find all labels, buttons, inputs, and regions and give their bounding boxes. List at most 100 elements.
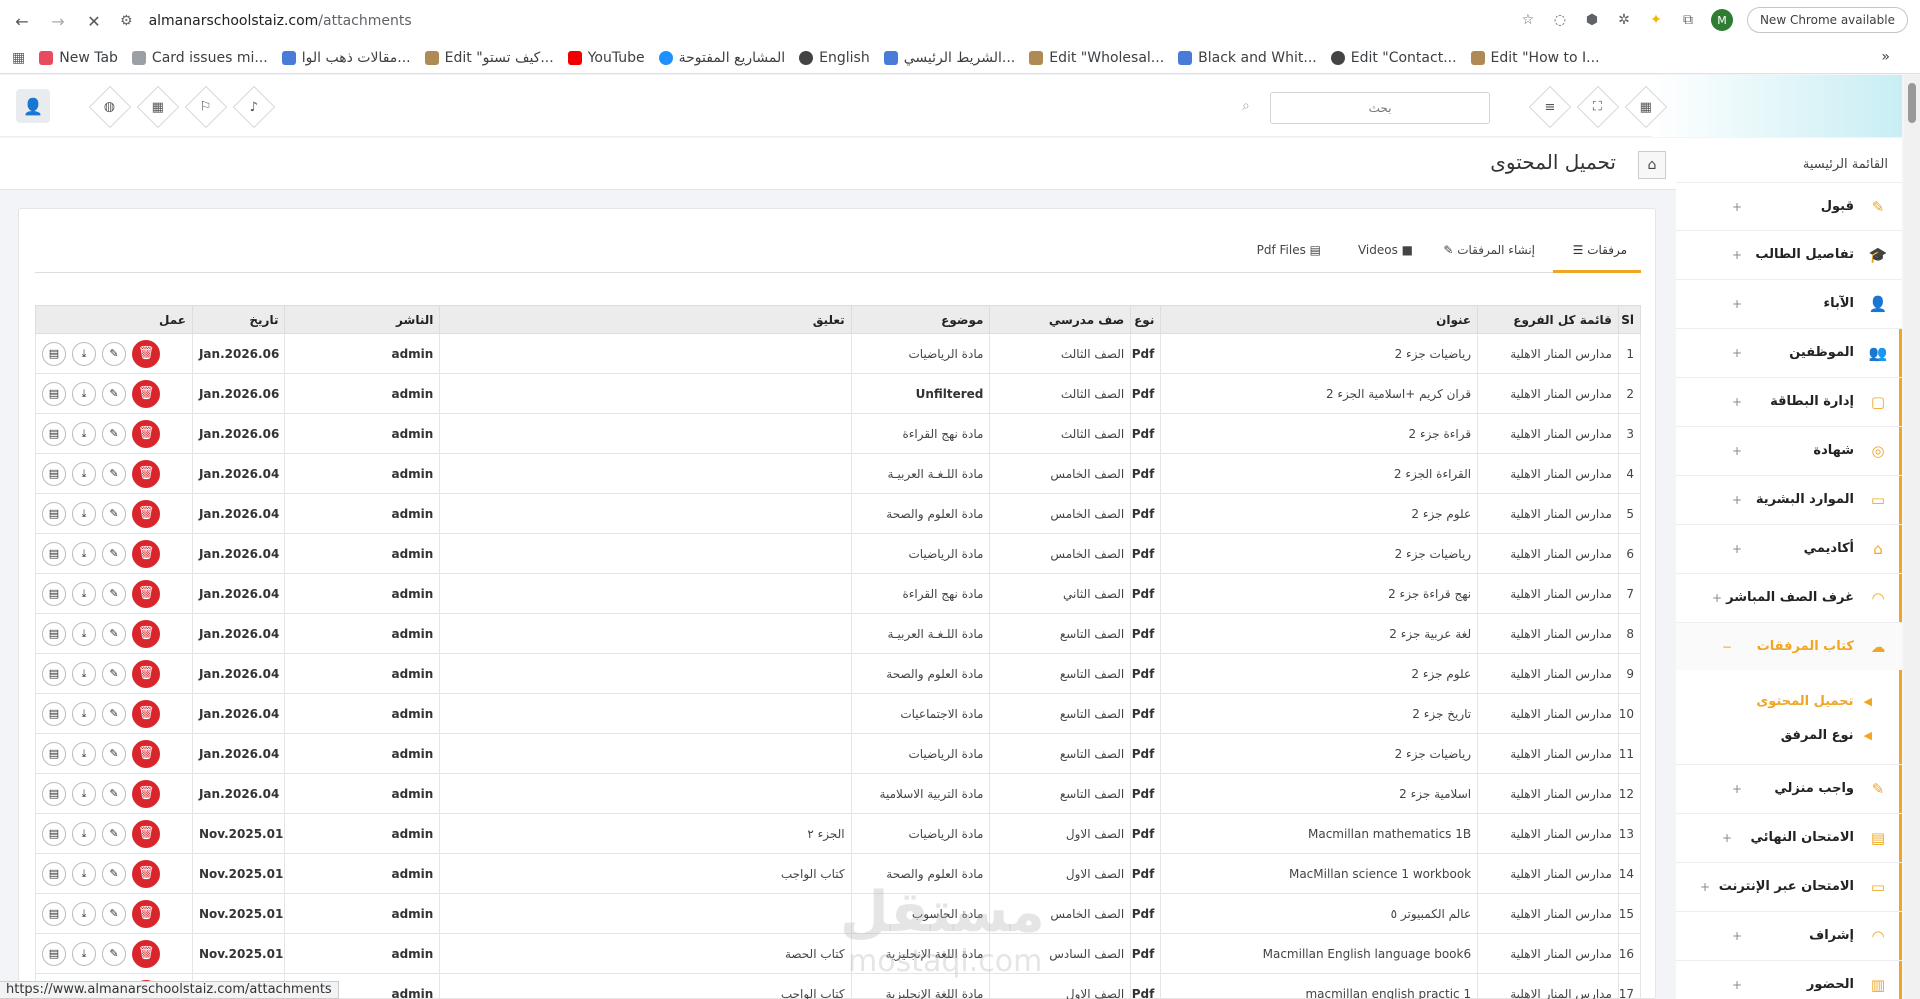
delete-trash-icon[interactable]: 🗑 (132, 579, 160, 608)
col-header[interactable]: Sl (1617, 305, 1642, 334)
edit-pencil-icon[interactable]: ✎ (102, 741, 126, 766)
extension-icon[interactable]: ◌ (1551, 11, 1569, 29)
col-header[interactable]: عمل (35, 305, 193, 334)
view-file-icon[interactable]: ▤ (42, 781, 66, 806)
delete-trash-icon[interactable]: 🗑 (132, 379, 160, 408)
edit-pencil-icon[interactable]: ✎ (102, 781, 126, 806)
download-icon[interactable]: ⤓ (72, 461, 96, 486)
notifications-button[interactable]: ♪ (232, 85, 276, 129)
tab-create-attachments[interactable]: ✎ إنشاء المرفقات (1443, 243, 1535, 257)
edit-pencil-icon[interactable]: ✎ (102, 661, 126, 686)
view-file-icon[interactable]: ▤ (42, 501, 66, 526)
bookmark-item[interactable]: Edit "How to I... (1470, 50, 1600, 66)
sidebar-item-online-exam[interactable]: + الامتحان عبر الإنترنت ▭ (1676, 862, 1902, 910)
new-chrome-button[interactable]: New Chrome available (1746, 7, 1908, 33)
sidebar-item-attendance[interactable]: + الحضور ▥ (1676, 960, 1902, 999)
view-file-icon[interactable]: ▤ (42, 461, 66, 486)
bookmark-item[interactable]: المشاريع المفتوحة (658, 50, 785, 66)
sidebar-subitem-attachment-type[interactable]: نوع المرفق ◀ (1676, 718, 1902, 752)
download-icon[interactable]: ⤓ (72, 381, 96, 406)
sidebar-item-homework[interactable]: + واجب منزلي ✎ (1676, 764, 1902, 812)
site-info-icon[interactable]: ⚙ (120, 13, 133, 29)
sidebar-item-certificate[interactable]: + شهادة ◎ (1676, 426, 1902, 474)
address-bar[interactable]: ⚙ almanarschoolstaiz.com/attachments (120, 6, 1620, 36)
delete-trash-icon[interactable]: 🗑 (132, 539, 160, 568)
delete-trash-icon[interactable]: 🗑 (132, 419, 160, 448)
view-file-icon[interactable]: ▤ (42, 701, 66, 726)
sidebar-subitem-upload-content[interactable]: تحميل المحتوى ◀ (1676, 684, 1902, 718)
bookmark-star-icon[interactable]: ☆ (1519, 11, 1537, 29)
page-scrollbar[interactable] (1904, 75, 1920, 999)
col-header[interactable]: تاريخ (191, 305, 286, 334)
edit-pencil-icon[interactable]: ✎ (102, 621, 126, 646)
extension-icon[interactable]: ⬢ (1583, 11, 1601, 29)
sparkle-icon[interactable]: ✦ (1647, 11, 1665, 29)
col-header[interactable]: الناشر (284, 305, 441, 334)
menu-toggle-button[interactable]: ≡ (1528, 85, 1572, 129)
bookmarks-overflow-icon[interactable]: » (1881, 49, 1890, 65)
bookmark-item[interactable]: New Tab (39, 50, 118, 66)
edit-pencil-icon[interactable]: ✎ (102, 541, 126, 566)
extension-icon[interactable]: ✲ (1615, 11, 1633, 29)
edit-pencil-icon[interactable]: ✎ (102, 941, 126, 966)
bookmark-item[interactable]: English (799, 50, 870, 66)
delete-trash-icon[interactable]: 🗑 (132, 499, 160, 528)
sidebar-item-student-details[interactable]: + تفاصيل الطالب 🎓 (1676, 230, 1902, 278)
download-icon[interactable]: ⤓ (72, 541, 96, 566)
col-header[interactable]: تعليق (439, 305, 852, 334)
edit-pencil-icon[interactable]: ✎ (102, 701, 126, 726)
view-file-icon[interactable]: ▤ (42, 621, 66, 646)
sidebar-item-hr[interactable]: + الموارد البشرية ▭ (1676, 475, 1902, 523)
view-file-icon[interactable]: ▤ (42, 941, 66, 966)
delete-trash-icon[interactable]: 🗑 (132, 339, 160, 368)
edit-pencil-icon[interactable]: ✎ (102, 421, 126, 446)
calendar-button[interactable]: ▦ (136, 85, 180, 129)
delete-trash-icon[interactable]: 🗑 (132, 659, 160, 688)
bookmark-item[interactable]: Edit "كيف تستو... (424, 50, 554, 66)
delete-trash-icon[interactable]: 🗑 (132, 739, 160, 768)
sidebar-item-employees[interactable]: + الموظفين 👥 (1676, 328, 1902, 376)
bookmark-item[interactable]: Card issues mi... (131, 50, 268, 66)
bookmark-item[interactable]: Black and Whit... (1178, 50, 1317, 66)
delete-trash-icon[interactable]: 🗑 (132, 859, 160, 888)
search-icon[interactable]: ⌕ (1242, 98, 1250, 114)
scroll-thumb[interactable] (1908, 83, 1916, 123)
download-icon[interactable]: ⤓ (72, 581, 96, 606)
download-icon[interactable]: ⤓ (72, 741, 96, 766)
edit-pencil-icon[interactable]: ✎ (102, 821, 126, 846)
profile-avatar[interactable]: M (1710, 9, 1733, 31)
download-icon[interactable]: ⤓ (72, 941, 96, 966)
language-button[interactable]: ◍ (88, 85, 132, 129)
view-file-icon[interactable]: ▤ (42, 661, 66, 686)
tab-videos[interactable]: Videos ■ (1358, 243, 1413, 257)
delete-trash-icon[interactable]: 🗑 (132, 779, 160, 808)
delete-trash-icon[interactable]: 🗑 (132, 939, 160, 968)
download-icon[interactable]: ⤓ (72, 341, 96, 366)
sidebar-item-parents[interactable]: + الآباء 👤 (1676, 279, 1902, 327)
col-header[interactable]: نوع (1130, 305, 1162, 334)
edit-pencil-icon[interactable]: ✎ (102, 861, 126, 886)
download-icon[interactable]: ⤓ (72, 701, 96, 726)
sidebar-item-supervision[interactable]: + إشراف ◠ (1676, 911, 1902, 959)
edit-pencil-icon[interactable]: ✎ (102, 381, 126, 406)
download-icon[interactable]: ⤓ (72, 501, 96, 526)
back-icon[interactable]: ← (8, 7, 36, 35)
flag-button[interactable]: ⚐ (184, 85, 228, 129)
view-file-icon[interactable]: ▤ (42, 741, 66, 766)
tab-attachments[interactable]: ☰ مرفقات (1573, 243, 1627, 257)
edit-pencil-icon[interactable]: ✎ (102, 581, 126, 606)
bookmark-item[interactable]: الشريط الرئيسي... (883, 50, 1015, 66)
edit-pencil-icon[interactable]: ✎ (102, 461, 126, 486)
view-file-icon[interactable]: ▤ (42, 421, 66, 446)
edit-pencil-icon[interactable]: ✎ (102, 501, 126, 526)
bookmark-item[interactable]: مقالات ذهب الوا... (281, 50, 411, 66)
tab-pdf-files[interactable]: Pdf Files ▤ (1257, 243, 1321, 257)
extensions-puzzle-icon[interactable]: ⧉ (1679, 11, 1697, 29)
view-file-icon[interactable]: ▤ (42, 541, 66, 566)
delete-trash-icon[interactable]: 🗑 (132, 459, 160, 488)
edit-pencil-icon[interactable]: ✎ (102, 341, 126, 366)
view-file-icon[interactable]: ▤ (42, 901, 66, 926)
download-icon[interactable]: ⤓ (72, 621, 96, 646)
sidebar-item-card-management[interactable]: + إدارة البطاقة ▢ (1676, 377, 1902, 425)
delete-trash-icon[interactable]: 🗑 (132, 899, 160, 928)
